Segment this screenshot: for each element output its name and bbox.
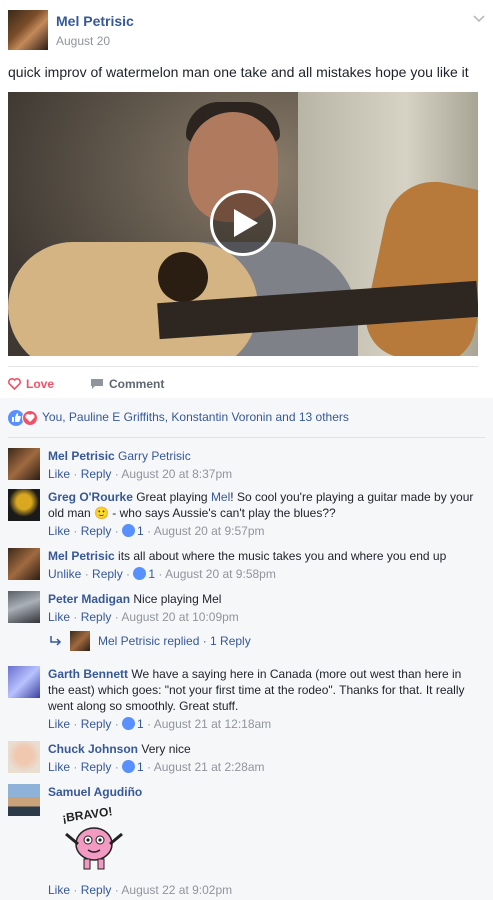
comment-label: Comment bbox=[109, 377, 165, 391]
like-count[interactable]: 1 bbox=[148, 567, 155, 581]
reply-link[interactable]: Reply bbox=[92, 567, 123, 581]
commenter-name[interactable]: Greg O'Rourke bbox=[48, 490, 133, 504]
commenter-avatar[interactable] bbox=[8, 448, 40, 480]
like-count-icon bbox=[133, 567, 147, 580]
post-date[interactable]: August 20 bbox=[56, 34, 110, 48]
comment-text: Garry Petrisic bbox=[118, 449, 191, 463]
like-link[interactable]: Like bbox=[48, 760, 70, 774]
comments-section: You, Pauline E Griffiths, Konstantin Vor… bbox=[0, 398, 493, 900]
bravo-sticker: ¡BRAVO! bbox=[61, 804, 123, 870]
love-button[interactable]: Love bbox=[8, 377, 54, 391]
reply-link[interactable]: Reply bbox=[81, 610, 112, 624]
commenter-avatar[interactable] bbox=[8, 784, 40, 816]
love-label: Love bbox=[26, 377, 55, 391]
comment-button[interactable]: Comment bbox=[90, 377, 493, 391]
commenter-name[interactable]: Garth Bennett bbox=[48, 667, 128, 681]
comment-text: its all about where the music takes you … bbox=[118, 549, 447, 563]
like-link[interactable]: Like bbox=[48, 883, 70, 897]
reactions-summary[interactable]: You, Pauline E Griffiths, Konstantin Vor… bbox=[8, 410, 485, 438]
like-link[interactable]: Like bbox=[48, 717, 70, 731]
unlike-link[interactable]: Unlike bbox=[48, 567, 81, 581]
post-text: quick improv of watermelon man one take … bbox=[8, 64, 469, 80]
reply-link[interactable]: Reply bbox=[81, 760, 112, 774]
like-count-icon bbox=[122, 717, 136, 730]
reply-arrow-icon bbox=[50, 636, 62, 646]
comment-text-start: Great playing bbox=[136, 490, 211, 504]
comment-time[interactable]: August 20 at 10:09pm bbox=[121, 610, 238, 624]
view-replies-link[interactable]: Mel Petrisic replied · 1 Reply bbox=[50, 631, 251, 651]
love-reaction-icon bbox=[22, 410, 38, 426]
comment-time[interactable]: August 22 at 9:02pm bbox=[121, 883, 232, 897]
like-link[interactable]: Like bbox=[48, 467, 70, 481]
reply-link[interactable]: Reply bbox=[81, 883, 112, 897]
play-icon bbox=[234, 209, 258, 237]
heart-icon bbox=[8, 378, 21, 390]
like-link[interactable]: Like bbox=[48, 524, 70, 538]
comment-icon bbox=[91, 379, 103, 389]
comment-time[interactable]: August 20 at 8:37pm bbox=[121, 467, 232, 481]
reactions-text: You, Pauline E Griffiths, Konstantin Vor… bbox=[42, 410, 349, 424]
chevron-down-icon[interactable] bbox=[472, 12, 486, 26]
commenter-name[interactable]: Peter Madigan bbox=[48, 592, 130, 606]
commenter-name[interactable]: Mel Petrisic bbox=[48, 449, 115, 463]
commenter-avatar[interactable] bbox=[8, 666, 40, 698]
commenter-name[interactable]: Chuck Johnson bbox=[48, 742, 138, 756]
post-actions: Love Comment bbox=[8, 366, 478, 398]
play-button[interactable] bbox=[210, 190, 276, 256]
replier-avatar bbox=[70, 631, 90, 651]
commenter-avatar[interactable] bbox=[8, 741, 40, 773]
post-header: Mel Petrisic August 20 bbox=[8, 10, 486, 54]
like-count-icon bbox=[122, 524, 136, 537]
comment-text: Very nice bbox=[141, 742, 191, 756]
commenter-name[interactable]: Mel Petrisic bbox=[48, 549, 115, 563]
replies-label: Mel Petrisic replied · 1 Reply bbox=[98, 634, 251, 648]
commenter-avatar[interactable] bbox=[8, 548, 40, 580]
post: Mel Petrisic August 20 quick improv of w… bbox=[0, 0, 493, 900]
author-avatar[interactable] bbox=[8, 10, 48, 50]
mention-link[interactable]: Mel bbox=[211, 490, 230, 504]
video-player[interactable] bbox=[8, 92, 478, 356]
reply-link[interactable]: Reply bbox=[81, 717, 112, 731]
comment-text: Nice playing Mel bbox=[133, 592, 222, 606]
commenter-avatar[interactable] bbox=[8, 489, 40, 521]
like-count[interactable]: 1 bbox=[137, 760, 144, 774]
comment-time[interactable]: August 20 at 9:57pm bbox=[154, 524, 265, 538]
svg-text:¡BRAVO!: ¡BRAVO! bbox=[61, 804, 113, 825]
commenter-avatar[interactable] bbox=[8, 591, 40, 623]
comment-time[interactable]: August 21 at 12:18am bbox=[154, 717, 271, 731]
reply-link[interactable]: Reply bbox=[81, 467, 112, 481]
like-count-icon bbox=[122, 760, 136, 773]
like-count[interactable]: 1 bbox=[137, 524, 144, 538]
comment-time[interactable]: August 20 at 9:58pm bbox=[165, 567, 276, 581]
comment-time[interactable]: August 21 at 2:28am bbox=[154, 760, 265, 774]
reply-link[interactable]: Reply bbox=[81, 524, 112, 538]
post-author[interactable]: Mel Petrisic bbox=[56, 13, 134, 29]
like-count[interactable]: 1 bbox=[137, 717, 144, 731]
commenter-name[interactable]: Samuel Agudiño bbox=[48, 785, 142, 799]
like-link[interactable]: Like bbox=[48, 610, 70, 624]
